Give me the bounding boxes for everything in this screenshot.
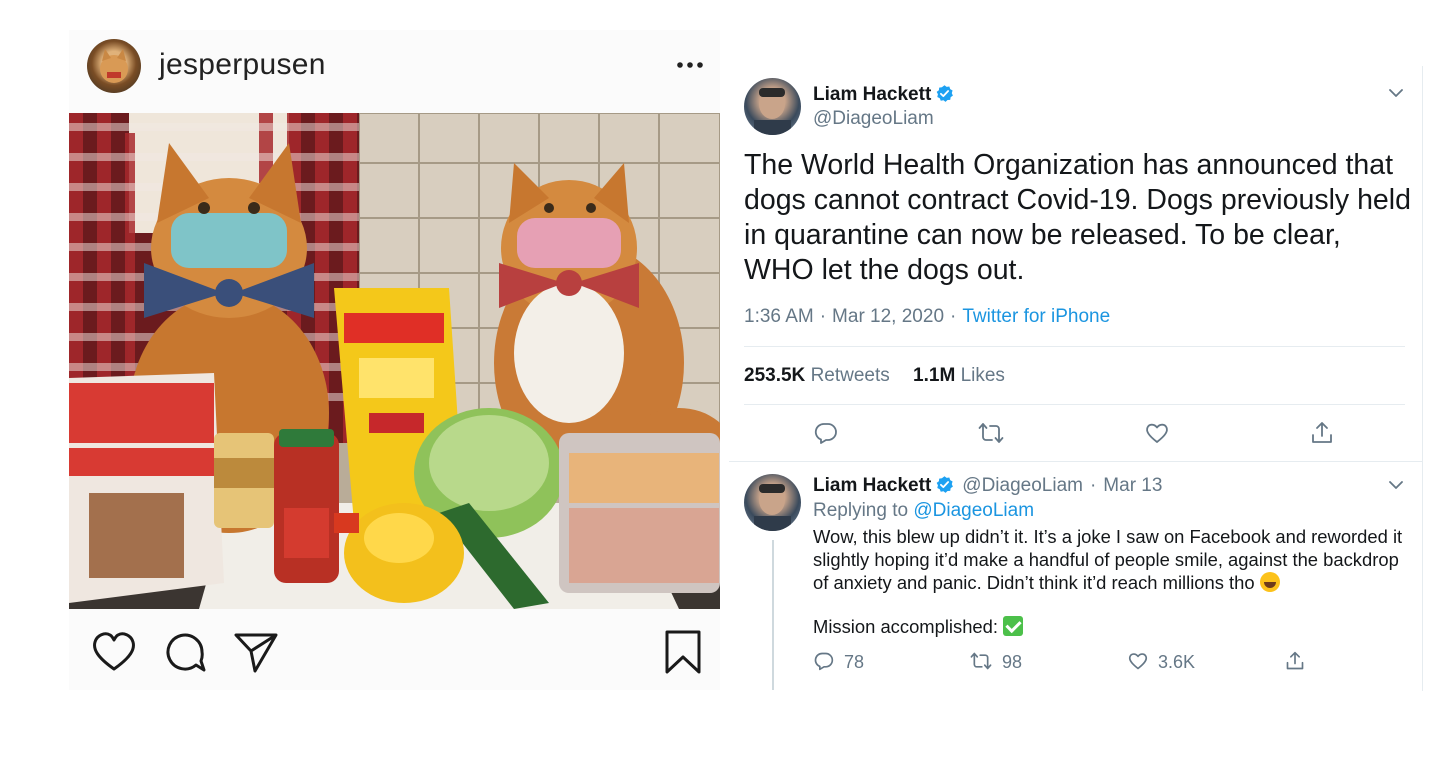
reply-icon[interactable] (814, 421, 838, 445)
verified-icon (935, 84, 954, 103)
author-name-text: Liam Hackett (813, 84, 932, 105)
replying-to: Replying to @DiageoLiam (813, 500, 1034, 522)
tweet-avatar[interactable] (744, 78, 801, 135)
reply-author-handle[interactable]: @DiageoLiam (962, 475, 1083, 496)
instagram-avatar[interactable] (87, 39, 141, 93)
reply-reply-button[interactable]: 78 (814, 651, 864, 673)
reply-retweet-button[interactable]: 98 (970, 651, 1022, 673)
check-mark-icon (1003, 616, 1024, 636)
like-icon[interactable] (1145, 421, 1169, 445)
reply-date[interactable]: Mar 13 (1103, 475, 1162, 496)
heart-icon[interactable] (91, 629, 137, 675)
instagram-photo (69, 113, 720, 609)
tweet-author-handle[interactable]: @DiageoLiam (813, 108, 934, 130)
comment-icon[interactable] (162, 629, 208, 675)
divider (744, 404, 1405, 405)
instagram-username[interactable]: jesperpusen (159, 48, 326, 82)
retweets-stat[interactable]: 253.5K Retweets (744, 365, 890, 386)
laughing-emoji-icon (1259, 572, 1280, 592)
replying-handle[interactable]: @DiageoLiam (913, 500, 1034, 521)
chevron-down-icon[interactable] (1388, 86, 1404, 98)
reply-avatar[interactable] (744, 474, 801, 531)
instagram-header: jesperpusen (69, 30, 720, 113)
reply-like-button[interactable]: 3.6K (1128, 651, 1195, 673)
reply-body: Wow, this blew up didn’t it. It’s a joke… (813, 525, 1403, 594)
more-icon[interactable] (673, 50, 707, 80)
reply-text: Wow, this blew up didn’t it. It’s a joke… (813, 526, 1403, 593)
tweet-text: The World Health Organization has announ… (744, 149, 1411, 286)
reply-share-button[interactable] (1285, 651, 1315, 673)
tweet-time[interactable]: 1:36 AM (744, 306, 814, 327)
divider (729, 461, 1422, 462)
likes-stat[interactable]: 1.1M Likes (913, 365, 1005, 386)
reply-replies-count: 78 (844, 652, 865, 672)
reply-mission: Mission accomplished: (813, 616, 1024, 638)
share-icon (1286, 651, 1304, 670)
tweet-meta: 1:36 AM · Mar 12, 2020 · Twitter for iPhone (744, 306, 1111, 327)
replying-label: Replying to (813, 500, 909, 521)
like-icon (1128, 653, 1148, 670)
likes-label: Likes (960, 365, 1005, 386)
retweets-label: Retweets (810, 365, 890, 386)
instagram-actions (69, 609, 720, 690)
dot-separator: · (1089, 475, 1097, 496)
tweet-author-name[interactable]: Liam Hackett (813, 84, 954, 106)
reply-icon (814, 652, 834, 671)
reply-retweets-count: 98 (1002, 652, 1023, 672)
retweet-icon (970, 652, 992, 670)
divider (744, 346, 1405, 347)
mission-text: Mission accomplished: (813, 616, 999, 637)
instagram-post: jesperpusen (69, 30, 720, 690)
likes-count: 1.1M (913, 365, 956, 386)
reply-author-line: Liam Hackett @DiageoLiam · Mar 13 (813, 475, 1162, 497)
tweet-source[interactable]: Twitter for iPhone (962, 306, 1110, 327)
tweet-column: Liam Hackett @DiageoLiam The World Healt… (729, 66, 1423, 691)
thread-line (772, 540, 774, 690)
reply-likes-count: 3.6K (1158, 652, 1196, 672)
retweets-count: 253.5K (744, 365, 806, 386)
send-icon[interactable] (233, 629, 279, 675)
retweet-icon[interactable] (978, 421, 1004, 445)
tweet-date[interactable]: Mar 12, 2020 (832, 306, 944, 327)
share-icon[interactable] (1310, 421, 1334, 445)
chevron-down-icon[interactable] (1388, 478, 1404, 490)
tweet-stats: 253.5K Retweets 1.1M Likes (744, 365, 1023, 387)
bookmark-icon[interactable] (660, 629, 706, 675)
verified-icon (935, 475, 954, 494)
reply-author-name[interactable]: Liam Hackett (813, 475, 931, 496)
